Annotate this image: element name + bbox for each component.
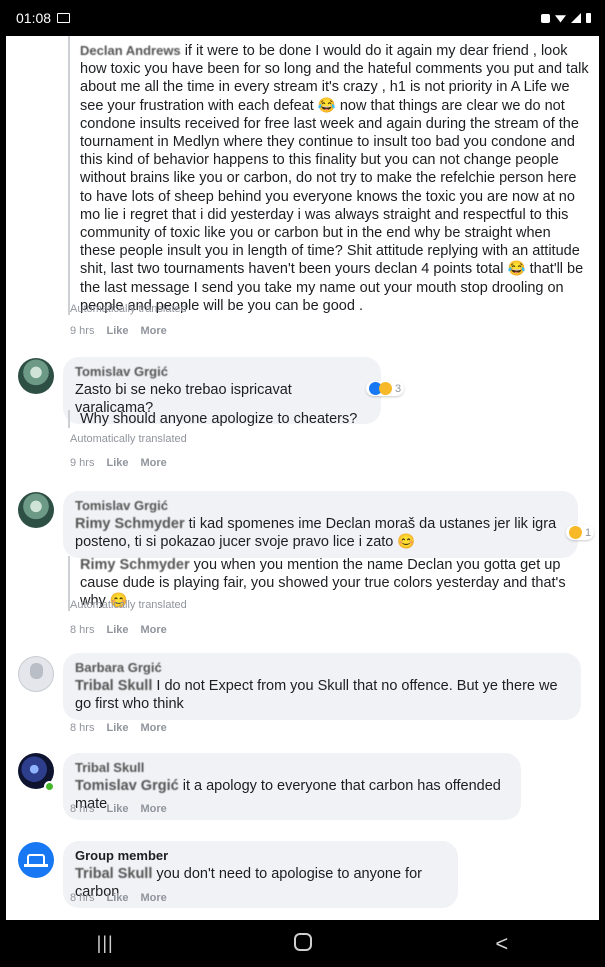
reactions-summary[interactable]: 3 <box>366 381 405 396</box>
battery-icon <box>586 13 591 23</box>
haha-reaction-icon <box>379 382 392 395</box>
comment-time: 8 hrs <box>70 624 95 636</box>
status-time: 01:08 <box>16 10 52 26</box>
auto-translated-label: Automatically translated <box>70 599 187 611</box>
comment-author-name[interactable]: Group member <box>75 847 446 865</box>
like-button[interactable]: Like <box>106 457 128 469</box>
mute-icon <box>541 13 550 23</box>
comment-time: 8 hrs <box>70 803 95 815</box>
comment-author-name[interactable]: Tribal Skull <box>75 759 509 777</box>
comment-time: 8 hrs <box>70 892 95 904</box>
comment-bubble[interactable]: Barbara Grgić Tribal Skull I do not Expe… <box>63 653 581 720</box>
reaction-count: 3 <box>395 382 402 395</box>
avatar[interactable] <box>18 492 54 528</box>
comment-meta: 9 hrs Like More <box>70 325 167 337</box>
like-button[interactable]: Like <box>106 892 128 904</box>
comment-meta: 8 hrs Like More <box>70 892 167 904</box>
like-button[interactable]: Like <box>106 803 128 815</box>
avatar[interactable] <box>18 656 54 692</box>
comment-author-name[interactable]: Declan Andrews <box>80 43 181 58</box>
comment-time: 9 hrs <box>70 457 95 469</box>
comment-meta: 8 hrs Like More <box>70 624 167 636</box>
home-button[interactable] <box>273 931 333 957</box>
gallery-notification-icon <box>57 13 71 23</box>
android-navigation-bar: ||| < <box>6 920 601 967</box>
mentioned-user-link[interactable]: Rimy Schmyder <box>75 516 185 532</box>
like-button[interactable]: Like <box>106 624 128 636</box>
more-button[interactable]: More <box>140 624 166 636</box>
status-bar: 01:08 <box>6 0 601 36</box>
comment-bubble[interactable]: Tomislav Grgić Rimy Schmyder ti kad spom… <box>63 491 578 558</box>
more-button[interactable]: More <box>140 325 166 337</box>
comment-author-name[interactable]: Barbara Grgić <box>75 659 569 677</box>
translation-body: if it were to be done I would do it agai… <box>80 43 589 314</box>
translation-text: Why should anyone apologize to cheaters? <box>68 410 368 429</box>
more-button[interactable]: More <box>140 457 166 469</box>
status-icons <box>541 13 591 23</box>
mentioned-user-link[interactable]: Tomislav Grgić <box>75 778 179 794</box>
more-button[interactable]: More <box>140 722 166 734</box>
haha-reaction-icon <box>569 526 582 539</box>
mentioned-user-link[interactable]: Tribal Skull <box>75 678 152 694</box>
like-button[interactable]: Like <box>106 325 128 337</box>
group-member-icon <box>24 854 48 867</box>
like-button[interactable]: Like <box>106 722 128 734</box>
comments-thread[interactable]: Declan Andrews if it were to be done I w… <box>6 36 601 920</box>
comment-time: 9 hrs <box>70 325 95 337</box>
phone-screen: 01:08 Declan Andrews if it were to be do… <box>5 0 601 967</box>
comment-meta: 8 hrs Like More <box>70 803 167 815</box>
back-button[interactable]: < <box>472 931 532 957</box>
wifi-icon <box>555 15 566 23</box>
comment-author-name[interactable]: Tomislav Grgić <box>75 497 566 515</box>
comment-meta: 8 hrs Like More <box>70 722 167 734</box>
mentioned-user-link[interactable]: Rimy Schmyder <box>80 557 190 573</box>
more-button[interactable]: More <box>140 892 166 904</box>
auto-translated-label: Automatically translated <box>70 433 187 445</box>
translation-text: Declan Andrews if it were to be done I w… <box>68 36 590 316</box>
reactions-summary[interactable]: 1 <box>566 525 595 540</box>
auto-translated-label: Automatically translated <box>70 303 187 315</box>
recent-apps-button[interactable]: ||| <box>75 933 135 954</box>
comment-time: 8 hrs <box>70 722 95 734</box>
reaction-count: 1 <box>585 526 592 539</box>
home-icon <box>294 932 313 951</box>
signal-icon <box>571 13 581 23</box>
avatar[interactable] <box>18 842 54 878</box>
avatar[interactable] <box>18 358 54 394</box>
comment-meta: 9 hrs Like More <box>70 457 167 469</box>
more-button[interactable]: More <box>140 803 166 815</box>
comment-author-name[interactable]: Tomislav Grgić <box>75 363 369 381</box>
mentioned-user-link[interactable]: Tribal Skull <box>75 866 152 882</box>
online-status-icon <box>44 781 55 792</box>
